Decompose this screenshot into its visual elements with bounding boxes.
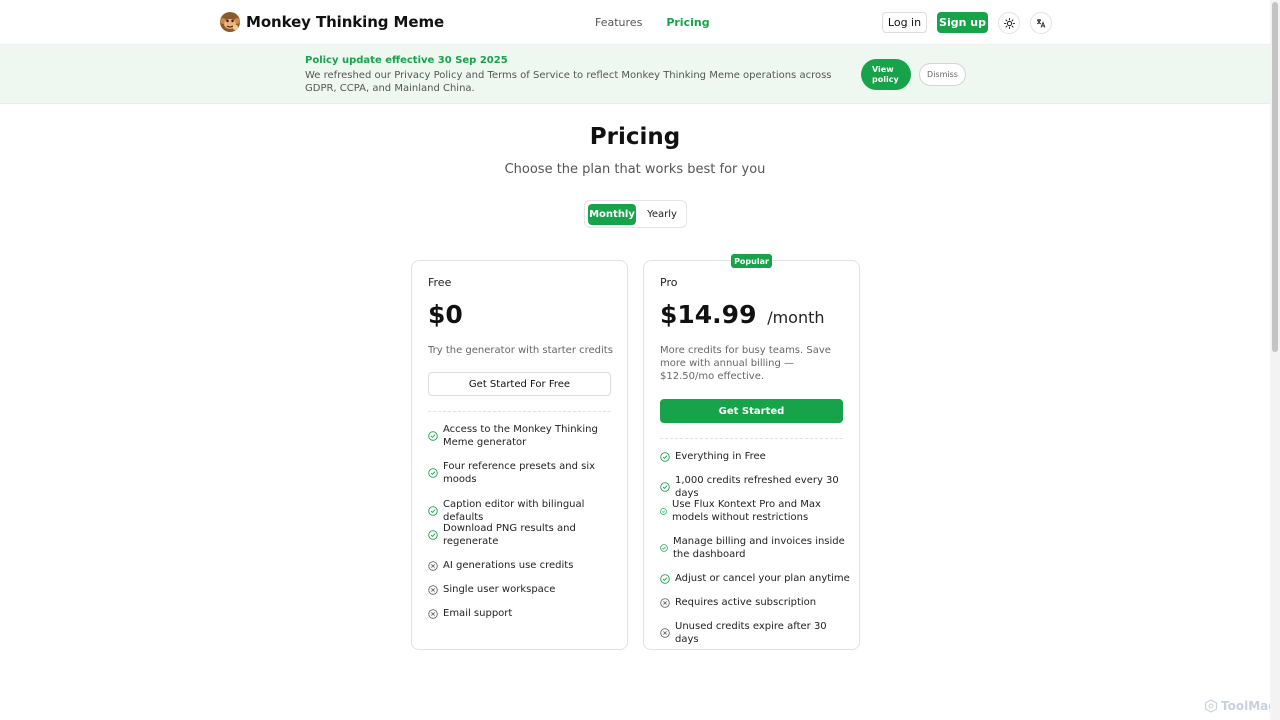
feature-text: AI generations use credits [443,560,574,571]
feature-text: Manage billing and invoices inside the d… [673,536,845,560]
banner-text: We refreshed our Privacy Policy and Term… [305,70,832,94]
check-circle-icon [428,431,438,441]
feature-text: Four reference presets and six moods [443,461,596,485]
feature-item: Caption editor with bilingual defaults [428,498,618,524]
feature-text: Use Flux Kontext Pro and Max models with… [672,499,821,523]
divider [428,411,611,412]
nav-pricing[interactable]: Pricing [666,16,709,29]
view-policy-button[interactable]: View policy [861,59,911,90]
monkey-logo-icon [220,12,240,32]
monthly-tab[interactable]: Monthly [588,204,636,225]
x-circle-icon [428,560,438,571]
page-subtitle: Choose the plan that works best for you [504,162,766,177]
view-policy-label: View policy [872,65,899,85]
plan-description: Try the generator with starter credits [428,345,613,356]
feature-text: Unused credits expire after 30 days [675,621,827,645]
check-circle-icon [660,482,670,492]
toolmage-logo-icon [1204,699,1218,713]
plan-price: $14.99 /month [660,300,825,329]
main-nav: Features Pricing [595,16,710,29]
feature-text: Single user workspace [443,584,556,595]
top-header: Monkey Thinking Meme Features Pricing Lo… [0,0,1270,45]
feature-item: Download PNG results and regenerate [428,522,618,548]
divider [660,438,843,439]
feature-text: Caption editor with bilingual defaults [443,499,585,523]
plan-description: More credits for busy teams. Save more w… [660,345,831,382]
yearly-tab[interactable]: Yearly [639,204,685,225]
check-circle-icon [428,468,438,478]
plan-period: /month [767,308,825,327]
feature-item: Access to the Monkey Thinking Meme gener… [428,423,618,449]
toolmage-watermark: ToolMage [1204,699,1280,713]
plan-price-amount: $14.99 [660,300,757,329]
feature-item: AI generations use credits [428,559,618,572]
plan-name: Free [428,276,452,289]
feature-text: Requires active subscription [675,597,817,608]
feature-text: Email support [443,608,513,619]
check-circle-icon [428,530,438,540]
popular-badge: Popular [731,254,772,268]
feature-item: Email support [428,607,618,620]
x-circle-icon [660,597,670,608]
nav-features[interactable]: Features [595,16,642,29]
view-policy-line2: policy [872,74,899,84]
page-title: Pricing [589,124,681,150]
billing-toggle: Monthly Yearly [584,200,687,228]
feature-text: Access to the Monkey Thinking Meme gener… [443,424,598,448]
plan-name: Pro [660,276,678,289]
x-circle-icon [428,584,438,595]
feature-text: Everything in Free [675,451,766,462]
scrollbar-thumb[interactable] [1272,2,1278,352]
check-circle-icon [660,573,670,584]
signup-button[interactable]: Sign up [937,12,988,33]
check-circle-icon [428,506,438,516]
feature-item: Unused credits expire after 30 days [660,620,850,646]
feature-item: Manage billing and invoices inside the d… [660,535,850,561]
view-policy-line1: View [872,64,894,74]
feature-text: Download PNG results and regenerate [443,523,576,547]
check-circle-icon [660,451,670,462]
page-scrollbar[interactable] [1270,0,1280,720]
dismiss-button[interactable]: Dismiss [919,63,966,86]
translate-icon [1036,19,1046,28]
check-circle-icon [660,507,667,515]
policy-banner: Policy update effective 30 Sep 2025 We r… [0,45,1270,104]
sun-icon [1003,17,1015,29]
get-started-free-button[interactable]: Get Started For Free [428,372,611,396]
plan-price: $0 [428,300,463,329]
theme-toggle-button[interactable] [998,12,1020,34]
feature-item: 1,000 credits refreshed every 30 days [660,474,850,500]
feature-item: Requires active subscription [660,596,850,609]
feature-item: Everything in Free [660,450,850,463]
check-circle-icon [660,544,668,552]
feature-item: Use Flux Kontext Pro and Max models with… [660,498,850,524]
brand-name: Monkey Thinking Meme [246,13,445,31]
language-button[interactable] [1030,12,1052,34]
feature-item: Single user workspace [428,583,618,596]
brand-link[interactable]: Monkey Thinking Meme [219,11,444,33]
plan-card-free: Free $0 Try the generator with starter c… [411,260,628,650]
get-started-pro-button[interactable]: Get Started [660,399,843,423]
feature-text: 1,000 credits refreshed every 30 days [675,475,839,499]
x-circle-icon [660,628,670,638]
feature-item: Adjust or cancel your plan anytime [660,572,850,585]
feature-text: Adjust or cancel your plan anytime [675,573,850,584]
login-button[interactable]: Log in [882,12,927,33]
x-circle-icon [428,608,438,619]
plan-card-pro: Popular Pro $14.99 /month More credits f… [643,254,860,650]
feature-item: Four reference presets and six moods [428,460,618,486]
banner-title: Policy update effective 30 Sep 2025 [305,55,508,66]
